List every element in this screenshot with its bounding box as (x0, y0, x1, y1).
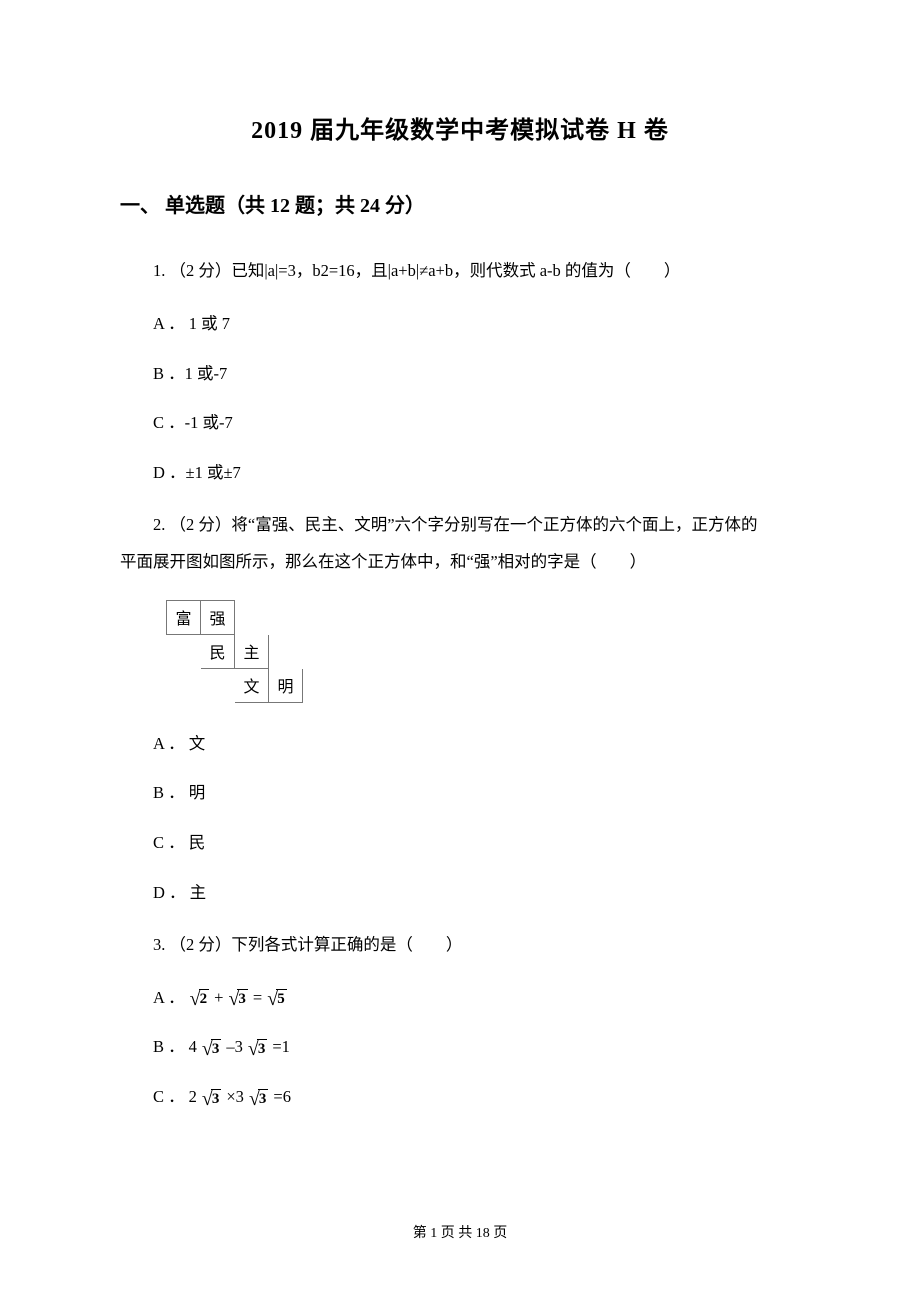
q2-option-a: A ． 文 (120, 729, 800, 759)
net-cell: 主 (235, 634, 269, 668)
sqrt-icon: √3 (202, 1039, 221, 1059)
q2-stem-line2: 平面展开图如图所示，那么在这个正方体中，和“强”相对的字是（ ） (120, 545, 800, 578)
q2-stem-line1: 2. （2 分）将“富强、民主、文明”六个字分别写在一个正方体的六个面上，正方体… (120, 508, 800, 541)
net-cell: 富 (167, 600, 201, 634)
option-label: B ． (153, 1032, 185, 1062)
q2-option-b: B ． 明 (120, 778, 800, 808)
page-title: 2019 届九年级数学中考模拟试卷 H 卷 (120, 110, 800, 145)
equals-result: =1 (272, 1032, 290, 1062)
option-label: C ． (153, 1082, 185, 1112)
q3-option-c: C ． 2 √3 ×3 √3 =6 (120, 1082, 800, 1112)
q1-option-b: B ．1 或‐7 (120, 359, 800, 389)
sqrt-icon: √2 (190, 989, 209, 1009)
net-cell: 文 (235, 668, 269, 702)
q1-stem: 1. （2 分）已知|a|=3，b2=16，且|a+b|≠a+b，则代数式 a‐… (120, 254, 800, 287)
sqrt-icon: √3 (228, 989, 247, 1009)
option-label: A ． (153, 983, 185, 1013)
q3-option-a: A ． √2 + √3 = √5 (120, 983, 800, 1013)
q1-option-a: A ． 1 或 7 (120, 309, 800, 339)
coef: 4 (189, 1032, 197, 1062)
equals-result: =6 (273, 1082, 291, 1112)
cube-net-figure: 富 强 民 主 文 明 (166, 600, 800, 703)
section-heading: 一、 单选题（共 12 题；共 24 分） (120, 189, 800, 218)
page-footer: 第 1 页 共 18 页 (0, 1222, 920, 1242)
net-cell: 强 (201, 600, 235, 634)
sqrt-icon: √3 (202, 1089, 221, 1109)
times-sign: ×3 (226, 1082, 244, 1112)
minus-sign: –3 (226, 1032, 243, 1062)
q3-stem: 3. （2 分）下列各式计算正确的是（ ） (120, 928, 800, 961)
coef: 2 (189, 1082, 197, 1112)
q3-option-b: B ． 4 √3 –3 √3 =1 (120, 1032, 800, 1062)
net-cell: 民 (201, 634, 235, 668)
net-cell: 明 (269, 668, 303, 702)
plus-sign: + (214, 983, 223, 1013)
q1-option-c: C ．‐1 或‐7 (120, 408, 800, 438)
q1-option-d: D ．±1 或±7 (120, 458, 800, 488)
sqrt-icon: √3 (249, 1089, 268, 1109)
q2-option-c: C ． 民 (120, 828, 800, 858)
equals-sign: = (253, 983, 262, 1013)
sqrt-icon: √5 (267, 989, 286, 1009)
sqrt-icon: √3 (248, 1039, 267, 1059)
q2-option-d: D ． 主 (120, 878, 800, 908)
